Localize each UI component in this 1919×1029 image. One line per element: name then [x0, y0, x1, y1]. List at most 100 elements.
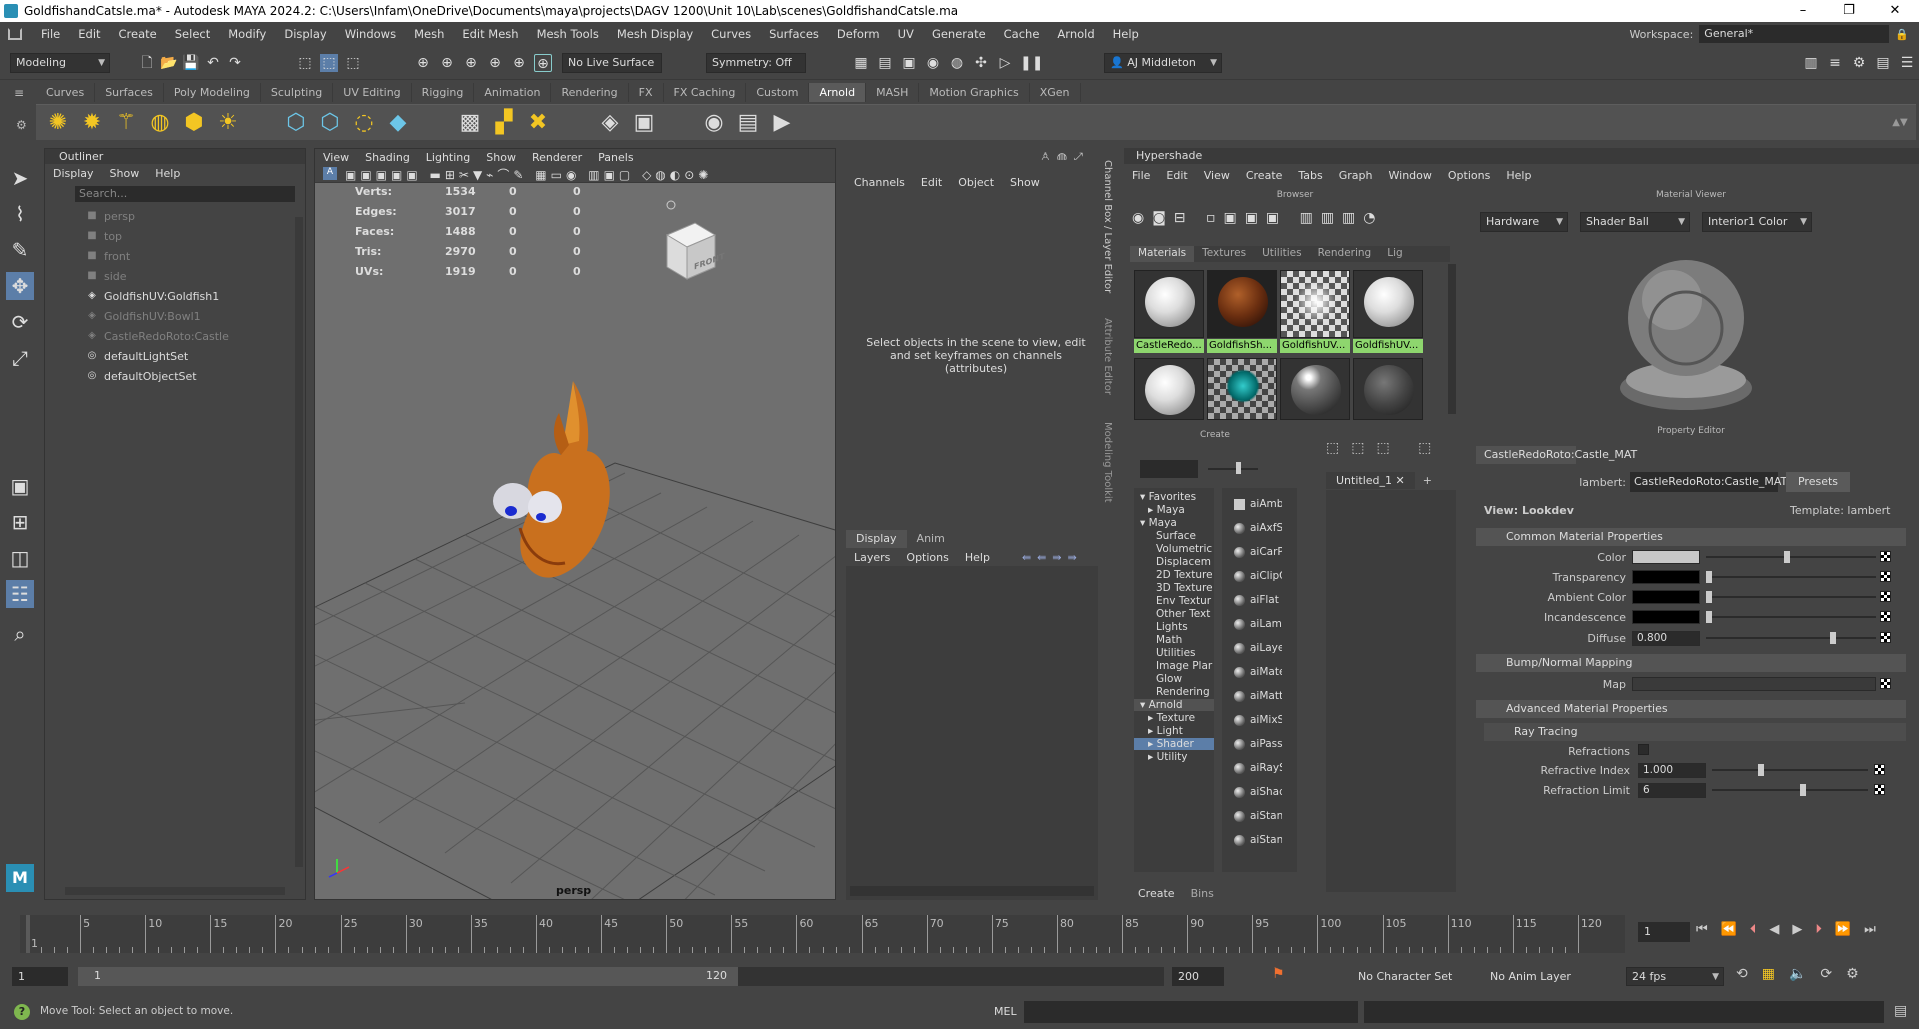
transparency-map-button[interactable]: [1880, 571, 1891, 582]
volume-icon[interactable]: ◆: [384, 109, 412, 137]
shelf-tab-surfaces[interactable]: Surfaces: [95, 83, 164, 102]
transparency-slider-knob[interactable]: [1706, 571, 1712, 583]
operator-icon[interactable]: ◈: [596, 109, 624, 137]
tree-lights[interactable]: Lights: [1156, 621, 1188, 633]
ref-index-slider-knob[interactable]: [1758, 764, 1764, 776]
menu-mesh-display[interactable]: Mesh Display: [608, 27, 702, 41]
node-item[interactable]: aiRaySw: [1234, 757, 1282, 779]
channel-menu-object[interactable]: Object: [950, 176, 1002, 189]
material-swatch[interactable]: [1134, 358, 1204, 420]
menu-windows[interactable]: Windows: [336, 27, 405, 41]
tree-glow[interactable]: Glow: [1156, 673, 1182, 685]
outliner-item[interactable]: ■ top: [45, 226, 305, 246]
redo-icon[interactable]: ↷: [226, 54, 244, 72]
menu-deform[interactable]: Deform: [828, 27, 889, 41]
mesh-light-icon[interactable]: ✹: [78, 109, 106, 137]
menu-select[interactable]: Select: [166, 27, 219, 41]
render-view-shelf-icon[interactable]: ◉: [700, 109, 728, 137]
hs-menu-window[interactable]: Window: [1381, 169, 1440, 182]
arnold-ipr-icon[interactable]: ▷: [996, 54, 1014, 72]
tree-displacement[interactable]: Displacem: [1156, 556, 1211, 568]
tree-arnold-utility[interactable]: ▸ Utility: [1148, 751, 1188, 763]
search-icon[interactable]: ⌕: [6, 620, 34, 648]
browser-tab-textures[interactable]: Textures: [1194, 246, 1254, 262]
ref-limit-slider-knob[interactable]: [1800, 784, 1806, 796]
anim-layer-dropdown[interactable]: No Anim Layer: [1482, 967, 1606, 986]
mv-renderer-dropdown[interactable]: Hardware ▼: [1480, 212, 1568, 232]
tree-3d-textures[interactable]: 3D Texture: [1156, 582, 1213, 594]
snap-surface-icon[interactable]: ⊕: [510, 54, 528, 72]
mv-env-dropdown[interactable]: Interior1 Color ▼: [1702, 212, 1812, 232]
live-surface-field[interactable]: No Live Surface: [562, 53, 662, 73]
new-scene-icon[interactable]: 🗋: [138, 54, 156, 72]
character-set-dropdown[interactable]: No Character Set: [1350, 967, 1474, 986]
shelf-scroll-icon[interactable]: ▲▼: [1886, 109, 1914, 137]
rotate-tool-icon[interactable]: ⟳: [6, 308, 34, 336]
scale-tool-icon[interactable]: ⤢: [6, 344, 34, 372]
time-ruler[interactable]: 1 5 10 15 20 25 30 35 40 45 50 55 60 65 70 75 80 85 90 95 10…: [20, 915, 1625, 953]
select-object-icon[interactable]: ⬚: [320, 54, 338, 72]
tree-arnold-shader[interactable]: ▸ Shader: [1134, 738, 1214, 750]
cached-playback-icon[interactable]: ▦: [1762, 966, 1789, 982]
ambient-slider-knob[interactable]: [1706, 591, 1712, 603]
photometric-light-icon[interactable]: ⚚: [112, 109, 140, 137]
color-map-button[interactable]: [1880, 551, 1891, 562]
outliner-layout-icon[interactable]: ☷: [6, 580, 34, 608]
snap-view-icon[interactable]: ⊕: [486, 54, 504, 72]
material-swatch[interactable]: GoldfishSh...: [1207, 270, 1277, 353]
section-ray-tracing[interactable]: Ray Tracing: [1484, 723, 1906, 741]
close-button[interactable]: ✕: [1872, 0, 1918, 22]
tree-env-textures[interactable]: Env Textur: [1156, 595, 1211, 607]
render-current-icon[interactable]: ▤: [876, 54, 894, 72]
viewport-menu-renderer[interactable]: Renderer: [524, 151, 590, 164]
incandescence-swatch[interactable]: [1632, 610, 1700, 624]
viewport-menu-view[interactable]: View: [315, 151, 357, 164]
menu-arnold[interactable]: Arnold: [1048, 27, 1103, 41]
tree-maya-fav[interactable]: ▸ Maya: [1148, 504, 1185, 516]
material-swatch[interactable]: [1207, 358, 1277, 420]
material-swatch[interactable]: [1280, 358, 1350, 420]
property-node-name-field[interactable]: CastleRedoRoto:Castle_MAT: [1630, 472, 1787, 492]
prev-key-icon[interactable]: ⏴: [1750, 922, 1770, 937]
ref-index-slider[interactable]: [1712, 769, 1868, 771]
current-frame-marker[interactable]: [26, 915, 30, 953]
help-icon[interactable]: ?: [14, 1004, 30, 1020]
auto-key-icon[interactable]: ⚑: [1272, 966, 1285, 982]
tool-settings-icon[interactable]: ⚙: [1850, 54, 1868, 72]
browser-tab-rendering[interactable]: Rendering: [1310, 246, 1380, 262]
outliner-item[interactable]: ◈ GoldfishUV:Goldfish1: [45, 286, 305, 306]
graph-toolbar-icons[interactable]: ⬚⬚⬚ ⬚: [1326, 440, 1443, 456]
script-editor-icon[interactable]: ▤: [1894, 1003, 1907, 1019]
symmetry-dropdown[interactable]: Symmetry: Off: [706, 53, 806, 73]
close-tab-icon[interactable]: ✕: [1396, 474, 1405, 487]
node-item[interactable]: aiCarPa: [1234, 541, 1282, 563]
two-pane-layout-icon[interactable]: ◫: [6, 544, 34, 572]
select-component-icon[interactable]: ⬚: [344, 54, 362, 72]
shelf-tab-fx-caching[interactable]: FX Caching: [664, 83, 747, 102]
browser-tab-materials[interactable]: Materials: [1130, 246, 1195, 262]
ipr-render-icon[interactable]: ▣: [900, 54, 918, 72]
viewport-panel[interactable]: View Shading Lighting Show Renderer Pane…: [314, 148, 836, 900]
tree-favorites[interactable]: ▾ Favorites: [1140, 491, 1196, 503]
browser-vscrollbar[interactable]: [1448, 264, 1456, 414]
node-item[interactable]: aiPassth: [1234, 733, 1282, 755]
transparency-slider[interactable]: [1706, 576, 1876, 578]
node-item[interactable]: aiMater: [1234, 661, 1282, 683]
tree-maya[interactable]: ▾ Maya: [1140, 517, 1177, 529]
channel-menu-edit[interactable]: Edit: [913, 176, 950, 189]
outliner-item[interactable]: ■ front: [45, 246, 305, 266]
mel-command-input[interactable]: [1024, 1001, 1358, 1023]
range-start-field[interactable]: 1: [12, 967, 68, 986]
material-swatch[interactable]: CastleRedo...: [1134, 270, 1204, 353]
render-settings-icon[interactable]: ◉: [924, 54, 942, 72]
refractions-checkbox[interactable]: [1638, 744, 1649, 755]
shelf-settings-icon[interactable]: ⚙: [16, 118, 27, 132]
flush-skydome-icon[interactable]: ✖: [524, 109, 552, 137]
select-tool-icon[interactable]: ➤: [6, 164, 34, 192]
camera-attributes-icon[interactable]: A: [323, 167, 337, 180]
side-tab-channel-box[interactable]: Channel Box / Layer Editor: [1102, 160, 1113, 293]
menu-edit[interactable]: Edit: [69, 27, 109, 41]
outliner-item[interactable]: ◎ defaultLightSet: [45, 346, 305, 366]
skydome-light-icon[interactable]: ◍: [146, 109, 174, 137]
section-advanced-material[interactable]: Advanced Material Properties: [1476, 700, 1906, 718]
